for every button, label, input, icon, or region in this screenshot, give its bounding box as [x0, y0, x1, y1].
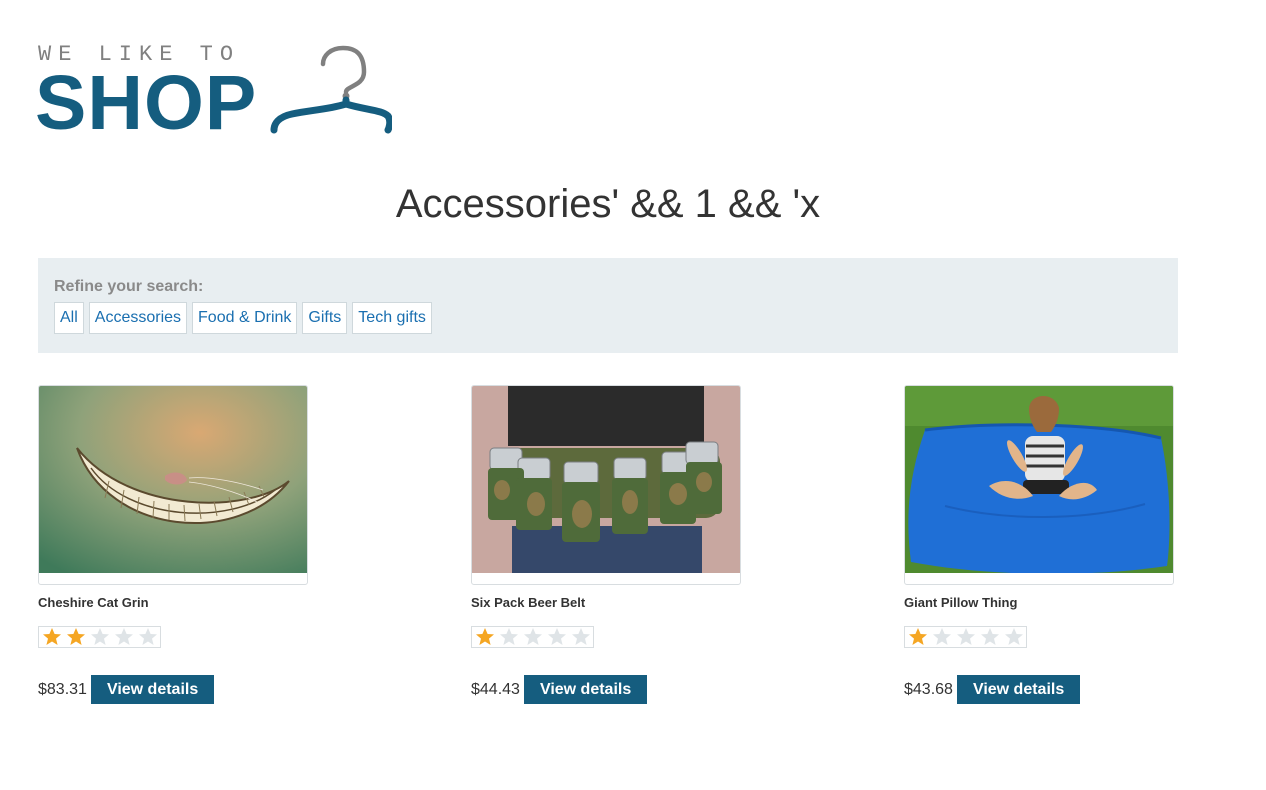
price-row: $44.43 View details: [471, 675, 771, 704]
product-card: Cheshire Cat Grin $83.31 View details: [38, 385, 338, 704]
product-image-giant-pillow: [905, 386, 1173, 574]
product-rating: [904, 626, 1027, 648]
star-empty-icon: [1002, 627, 1026, 647]
filter-link-food-drink[interactable]: Food & Drink: [192, 302, 298, 334]
product-card: Six Pack Beer Belt $44.43 View details: [471, 385, 771, 704]
price-row: $83.31 View details: [38, 675, 338, 704]
product-image-cheshire-grin: [39, 386, 307, 573]
star-empty-icon: [497, 627, 521, 647]
view-details-button[interactable]: View details: [90, 675, 215, 704]
product-price: $43.68: [904, 680, 953, 698]
star-empty-icon: [88, 627, 112, 647]
product-card: Giant Pillow Thing $43.68 View details: [904, 385, 1204, 704]
star-empty-icon: [521, 627, 545, 647]
product-name: Six Pack Beer Belt: [471, 595, 586, 610]
star-empty-icon: [930, 627, 954, 647]
page: WE LIKE TO SHOP Accessories' && 1 && 'x …: [0, 0, 1266, 790]
filter-link-tech-gifts[interactable]: Tech gifts: [352, 302, 432, 334]
product-image-frame[interactable]: [904, 385, 1174, 585]
star-empty-icon: [569, 627, 593, 647]
filter-label: Refine your search:: [54, 278, 204, 295]
product-image-beer-belt: [472, 386, 740, 573]
view-details-button[interactable]: View details: [523, 675, 648, 704]
star-empty-icon: [136, 627, 160, 647]
site-logo[interactable]: WE LIKE TO SHOP: [35, 44, 398, 146]
star-empty-icon: [954, 627, 978, 647]
star-filled-icon: [906, 627, 930, 647]
star-empty-icon: [112, 627, 136, 647]
filter-panel: Refine your search: All Accessories Food…: [38, 258, 1178, 353]
page-title: Accessories' && 1 && 'x: [395, 182, 821, 226]
star-filled-icon: [64, 627, 88, 647]
filter-links: All Accessories Food & Drink Gifts Tech …: [54, 302, 432, 334]
product-price: $83.31: [38, 680, 87, 698]
product-rating: [471, 626, 594, 648]
filter-link-accessories[interactable]: Accessories: [88, 302, 188, 334]
filter-link-all[interactable]: All: [54, 302, 84, 334]
star-filled-icon: [40, 627, 64, 647]
filter-link-gifts[interactable]: Gifts: [302, 302, 348, 334]
view-details-button[interactable]: View details: [956, 675, 1081, 704]
logo-brand: SHOP: [35, 60, 258, 146]
product-image-frame[interactable]: [471, 385, 741, 585]
hanger-icon: [270, 45, 392, 134]
star-filled-icon: [473, 627, 497, 647]
product-name: Giant Pillow Thing: [904, 595, 1018, 610]
product-price: $44.43: [471, 680, 520, 698]
product-name: Cheshire Cat Grin: [38, 595, 149, 610]
product-image-frame[interactable]: [38, 385, 308, 585]
price-row: $43.68 View details: [904, 675, 1204, 704]
product-rating: [38, 626, 161, 648]
star-empty-icon: [545, 627, 569, 647]
star-empty-icon: [978, 627, 1002, 647]
